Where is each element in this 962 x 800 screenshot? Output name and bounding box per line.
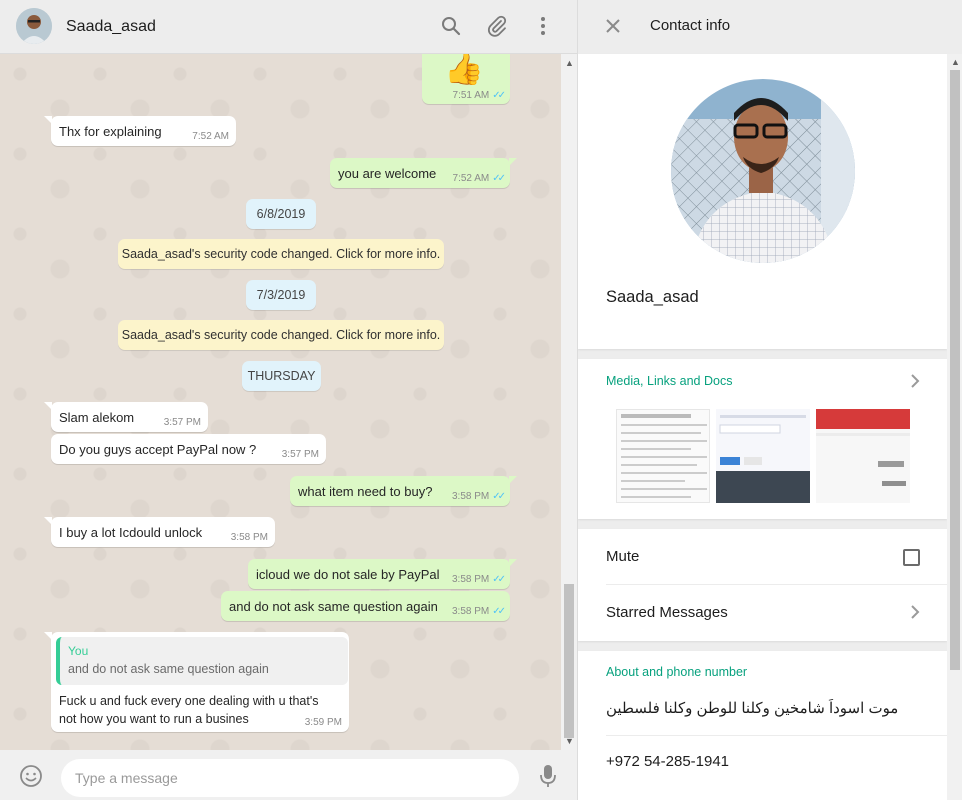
media-thumbnail[interactable]: [616, 409, 710, 503]
date-chip: 7/3/2019: [246, 280, 316, 310]
message-list[interactable]: 👍 7:51 AM ✓✓ Thx for explaining 7:52 AM y…: [0, 54, 561, 750]
menu-icon[interactable]: [531, 14, 555, 38]
message-text: you are welcome: [338, 166, 437, 181]
message-in[interactable]: Do you guys accept PayPal now ? 3:57 PM: [51, 434, 326, 464]
chevron-right-icon[interactable]: [908, 604, 922, 620]
message-time: 3:58 PM: [230, 532, 268, 543]
contact-scrollbar[interactable]: ▲: [947, 54, 962, 800]
message-out[interactable]: icloud we do not sale by PayPal 3:58 PM ✓…: [248, 559, 517, 589]
phone-number[interactable]: +972 54-285-1941: [606, 753, 729, 770]
message-time: 3:58 PM: [451, 574, 490, 585]
contact-info-pane: Contact info Saada_asad Media, Links and…: [577, 0, 962, 800]
media-thumbnail[interactable]: [816, 409, 910, 503]
message-in[interactable]: Slam alekom 3:57 PM: [44, 402, 208, 432]
message-out[interactable]: what item need to buy? 3:58 PM ✓✓: [290, 476, 517, 506]
chat-header: Saada_asad: [0, 0, 577, 54]
message-time: 3:57 PM: [281, 449, 319, 460]
contact-avatar[interactable]: [16, 8, 52, 44]
about-text: موت اسوداً شامخين وكلنا للوطن وكلنا فلسط…: [606, 700, 899, 717]
security-notice[interactable]: Saada_asad's security code changed. Clic…: [118, 239, 444, 269]
message-out[interactable]: and do not ask same question again 3:58 …: [221, 591, 510, 621]
message-time: 3:58 PM: [451, 606, 490, 617]
about-phone-card: About and phone number موت اسوداً شامخين…: [578, 651, 947, 800]
chat-pane: Saada_asad 👍 7:51 AM ✓✓ Thx for explainin…: [0, 0, 577, 800]
message-in[interactable]: I buy a lot Icdould unlock 3:58 PM: [44, 517, 275, 547]
message-out[interactable]: 👍 7:51 AM ✓✓: [422, 54, 510, 104]
scroll-up-arrow-icon[interactable]: ▲: [565, 58, 574, 68]
mute-label: Mute: [606, 548, 640, 565]
message-text-line: not how you want to run a busines: [59, 712, 249, 726]
contact-info-header: Contact info: [578, 0, 962, 54]
chat-contact-name[interactable]: Saada_asad: [66, 18, 156, 36]
message-text: icloud we do not sale by PayPal: [256, 567, 440, 582]
composer: [0, 750, 577, 800]
message-text: Slam alekom: [59, 410, 135, 425]
contact-info-title: Contact info: [650, 17, 731, 34]
scroll-thumb[interactable]: [564, 584, 574, 738]
divider: [606, 735, 947, 736]
message-text-line: Fuck u and fuck every one dealing with u…: [59, 694, 319, 708]
search-icon[interactable]: [439, 14, 463, 38]
message-out[interactable]: you are welcome 7:52 AM ✓✓: [330, 158, 517, 188]
attach-icon[interactable]: [485, 14, 509, 38]
checkbox-icon[interactable]: [903, 549, 920, 566]
quote-text: and do not ask same question again: [68, 662, 269, 676]
read-ticks-icon: ✓✓: [492, 606, 506, 617]
media-links-docs-title[interactable]: Media, Links and Docs: [606, 374, 732, 388]
message-input[interactable]: [61, 759, 519, 797]
chevron-right-icon[interactable]: [908, 373, 922, 389]
profile-card: Saada_asad: [578, 54, 947, 349]
profile-photo[interactable]: [671, 79, 855, 263]
security-notice[interactable]: Saada_asad's security code changed. Clic…: [118, 320, 444, 350]
media-links-docs-card[interactable]: Media, Links and Docs: [578, 359, 947, 519]
date-chip: 6/8/2019: [246, 199, 316, 229]
read-ticks-icon: ✓✓: [492, 173, 506, 184]
read-ticks-icon: ✓✓: [492, 574, 506, 585]
message-in[interactable]: Thx for explaining 7:52 AM: [44, 116, 236, 146]
message-time: 7:52 AM: [452, 173, 490, 184]
chat-settings-card: Mute Starred Messages: [578, 529, 947, 641]
scroll-down-arrow-icon[interactable]: ▼: [565, 736, 574, 746]
scroll-up-arrow-icon[interactable]: ▲: [951, 57, 960, 67]
close-icon[interactable]: [602, 15, 624, 37]
message-time: 7:51 AM: [452, 90, 490, 101]
thumbs-up-emoji: 👍: [444, 54, 484, 86]
message-text: and do not ask same question again: [229, 599, 438, 614]
mic-icon[interactable]: [538, 763, 558, 789]
message-in-reply[interactable]: You and do not ask same question again F…: [44, 632, 349, 732]
profile-name: Saada_asad: [606, 288, 699, 306]
read-ticks-icon: ✓✓: [492, 90, 506, 101]
starred-messages-row[interactable]: Starred Messages: [578, 585, 947, 641]
message-text: I buy a lot Icdould unlock: [59, 525, 203, 540]
message-text: what item need to buy?: [298, 484, 433, 499]
about-title: About and phone number: [606, 665, 748, 679]
message-text: Thx for explaining: [59, 124, 162, 139]
quote-author: You: [68, 644, 89, 658]
chat-scrollbar[interactable]: ▲ ▼: [561, 54, 577, 750]
message-text: Do you guys accept PayPal now ?: [59, 442, 257, 457]
starred-messages-label: Starred Messages: [606, 604, 728, 621]
mute-row[interactable]: Mute: [578, 529, 947, 585]
message-time: 3:58 PM: [451, 491, 490, 502]
scroll-thumb[interactable]: [950, 70, 960, 670]
message-time: 7:52 AM: [192, 131, 229, 142]
read-ticks-icon: ✓✓: [492, 491, 506, 502]
date-chip: THURSDAY: [242, 361, 321, 391]
message-time: 3:57 PM: [163, 417, 201, 428]
message-time: 3:59 PM: [304, 717, 342, 728]
media-thumbnail[interactable]: [716, 409, 810, 503]
emoji-icon[interactable]: [18, 763, 44, 789]
quoted-message[interactable]: You and do not ask same question again: [56, 637, 348, 685]
